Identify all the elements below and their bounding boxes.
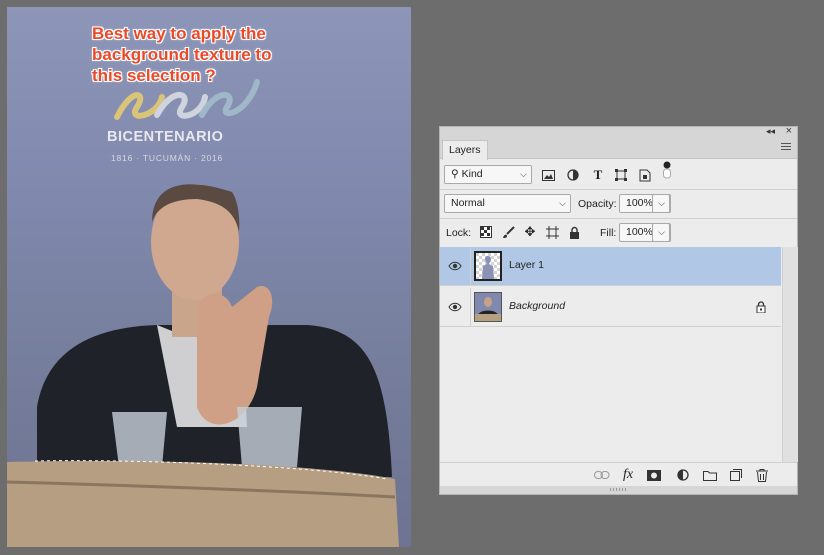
fx-icon[interactable]: fx xyxy=(620,467,636,483)
chevron-down-icon: ⌵ xyxy=(658,227,665,237)
annotation-line: background texture to xyxy=(92,45,272,64)
photo-illustration xyxy=(7,79,399,547)
opacity-value: 100% xyxy=(626,197,653,209)
layer-lock-icon[interactable] xyxy=(753,299,769,315)
search-icon: ⚲ xyxy=(451,168,459,180)
lock-label: Lock: xyxy=(446,227,472,239)
blend-row: Normal ⌵ Opacity: 100% ⌵ xyxy=(440,190,797,218)
adjustment-filter-icon[interactable] xyxy=(565,167,581,183)
fill-label: Fill: xyxy=(600,227,617,239)
layer-thumbnail[interactable] xyxy=(474,251,502,281)
fx-label: fx xyxy=(622,467,634,482)
layers-footer: fx xyxy=(440,462,797,487)
adjustment-icon[interactable] xyxy=(675,467,691,483)
shape-filter-icon[interactable] xyxy=(613,167,629,183)
chevron-down-icon: ⌵ xyxy=(658,198,665,208)
bicentenario-logo xyxy=(114,79,260,120)
filter-toggle-icon[interactable] xyxy=(659,161,675,179)
opacity-label: Opacity: xyxy=(578,198,617,210)
lock-position-icon[interactable]: ✥ xyxy=(522,224,538,240)
layer-name[interactable]: Background xyxy=(509,300,565,312)
layer-thumbnail[interactable] xyxy=(474,292,502,322)
lock-all-icon[interactable] xyxy=(566,224,582,240)
lock-row: Lock: ✥ Fill: 100% ⌵ xyxy=(440,219,797,247)
lock-image-pixels-icon[interactable] xyxy=(500,224,516,240)
poster-title: BICENTENARIO xyxy=(107,129,224,145)
opacity-slider-button[interactable]: ⌵ xyxy=(652,194,670,213)
chevron-down-icon: ⌵ xyxy=(559,198,566,208)
close-icon[interactable]: × xyxy=(786,125,792,137)
filter-row: ⚲ Kind ⌵ T xyxy=(440,159,797,189)
fill-slider-button[interactable]: ⌵ xyxy=(652,223,670,242)
tab-layers[interactable]: Layers xyxy=(442,140,488,160)
layer-name[interactable]: Layer 1 xyxy=(509,259,544,271)
layers-panel: ◂◂ × Layers ⚲ Kind ⌵ T Normal ⌵ Opacity:… xyxy=(439,125,798,495)
panel-resize-handle[interactable] xyxy=(440,486,797,494)
eye-icon[interactable] xyxy=(448,259,462,273)
type-filter-icon[interactable]: T xyxy=(590,167,606,183)
lock-artboard-icon[interactable] xyxy=(544,224,560,240)
poster-subtitle: 1816 · TUCUMÁN · 2016 xyxy=(111,153,224,163)
chevron-down-icon: ⌵ xyxy=(520,169,527,179)
blend-mode-label: Normal xyxy=(451,197,485,209)
lock-transparent-pixels-icon[interactable] xyxy=(478,224,494,240)
trash-icon[interactable] xyxy=(754,467,770,483)
podium xyxy=(7,460,399,547)
blend-mode-dropdown[interactable]: Normal ⌵ xyxy=(444,194,571,213)
folder-icon[interactable] xyxy=(702,467,718,483)
layer-row-background[interactable]: Background xyxy=(440,288,781,327)
mask-icon[interactable] xyxy=(646,467,662,483)
annotation-line: Best way to apply the xyxy=(92,24,266,43)
new-layer-icon[interactable] xyxy=(728,467,744,483)
smart-object-filter-icon[interactable] xyxy=(637,167,653,183)
panel-tab-row: Layers xyxy=(440,139,797,160)
eye-icon[interactable] xyxy=(448,300,462,314)
panel-menu-icon[interactable] xyxy=(781,143,791,152)
annotation-line: this selection ? xyxy=(92,66,216,85)
filter-kind-label: Kind xyxy=(461,168,483,180)
layers-list: Layer 1 Background xyxy=(440,247,781,462)
layers-scrollbar[interactable] xyxy=(782,247,798,462)
fill-value: 100% xyxy=(626,226,653,238)
document-canvas[interactable]: BICENTENARIO 1816 · TUCUMÁN · 2016 Best … xyxy=(7,7,411,547)
collapse-icon[interactable]: ◂◂ xyxy=(766,126,775,137)
annotation-text: Best way to apply the background texture… xyxy=(92,23,392,86)
link-icon[interactable] xyxy=(594,467,610,483)
image-filter-icon[interactable] xyxy=(540,167,556,183)
panel-titlebar[interactable]: ◂◂ × xyxy=(440,125,797,139)
filter-kind-dropdown[interactable]: ⚲ Kind ⌵ xyxy=(444,165,532,184)
layer-row-layer-1[interactable]: Layer 1 xyxy=(440,247,781,286)
